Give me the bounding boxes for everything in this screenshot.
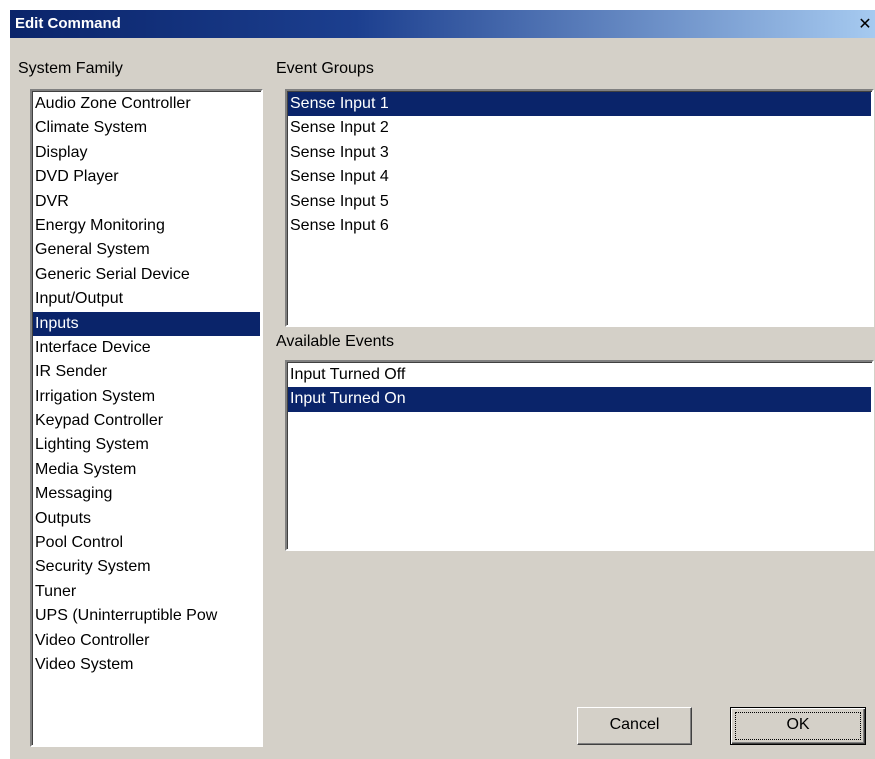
system-family-item[interactable]: IR Sender	[33, 360, 260, 384]
available-event-item[interactable]: Input Turned Off	[288, 363, 871, 387]
system-family-item[interactable]: Inputs	[33, 311, 260, 336]
system-family-item[interactable]: UPS (Uninterruptible Pow	[33, 604, 260, 628]
cancel-button-label: Cancel	[609, 716, 660, 733]
system-family-item[interactable]: Display	[33, 141, 260, 165]
event-group-item[interactable]: Sense Input 2	[288, 116, 871, 140]
available-events-list[interactable]: Input Turned Off Input Turned On	[285, 360, 874, 551]
event-group-item[interactable]: Sense Input 1	[288, 92, 871, 117]
available-event-item[interactable]: Input Turned On	[288, 387, 871, 412]
system-family-item[interactable]: Irrigation System	[33, 385, 260, 409]
system-family-item[interactable]: General System	[33, 238, 260, 262]
system-family-item[interactable]: DVD Player	[33, 165, 260, 189]
system-family-item[interactable]: Keypad Controller	[33, 409, 260, 433]
system-family-label: System Family	[18, 60, 123, 77]
screen: Edit Command ✕ System Family Audio Zone …	[0, 0, 875, 759]
ok-button-label: OK	[786, 716, 810, 733]
system-family-item[interactable]: Video Controller	[33, 629, 260, 653]
event-group-item[interactable]: Sense Input 4	[288, 165, 871, 189]
event-group-item[interactable]: Sense Input 3	[288, 141, 871, 165]
system-family-item[interactable]: Interface Device	[33, 336, 260, 360]
system-family-item[interactable]: Messaging	[33, 482, 260, 506]
cancel-button[interactable]: Cancel	[577, 707, 692, 745]
system-family-item[interactable]: Audio Zone Controller	[33, 92, 260, 116]
event-group-item[interactable]: Sense Input 5	[288, 190, 871, 214]
system-family-item[interactable]: Media System	[33, 458, 260, 482]
system-family-item[interactable]: Generic Serial Device	[33, 263, 260, 287]
event-groups-list[interactable]: Sense Input 1 Sense Input 2 Sense Input 3S…	[285, 89, 874, 327]
system-family-item[interactable]: Security System	[33, 555, 260, 579]
system-family-item[interactable]: Video System	[33, 653, 260, 677]
title-bar[interactable]: Edit Command ✕	[10, 10, 875, 38]
system-family-item[interactable]: Input/Output	[33, 287, 260, 311]
available-events-label: Available Events	[276, 333, 394, 350]
ok-button[interactable]: OK	[730, 707, 866, 745]
window-title: Edit Command	[15, 15, 121, 32]
event-group-item[interactable]: Sense Input 6	[288, 214, 871, 238]
system-family-items: Audio Zone Controller Climate System Displ…	[33, 92, 260, 677]
system-family-item[interactable]: Pool Control	[33, 531, 260, 555]
available-events-items: Input Turned Off Input Turned On	[288, 363, 871, 412]
system-family-list[interactable]: Audio Zone Controller Climate System Displ…	[30, 89, 263, 747]
system-family-item[interactable]: Tuner	[33, 580, 260, 604]
system-family-item[interactable]: Outputs	[33, 507, 260, 531]
edit-command-dialog: Edit Command ✕ System Family Audio Zone …	[10, 10, 875, 759]
event-groups-label: Event Groups	[276, 60, 374, 77]
system-family-item[interactable]: DVR	[33, 190, 260, 214]
close-icon[interactable]: ✕	[855, 14, 875, 34]
system-family-item[interactable]: Lighting System	[33, 433, 260, 457]
system-family-item[interactable]: Climate System	[33, 116, 260, 140]
event-groups-items: Sense Input 1 Sense Input 2 Sense Input 3S…	[288, 92, 871, 238]
system-family-item[interactable]: Energy Monitoring	[33, 214, 260, 238]
